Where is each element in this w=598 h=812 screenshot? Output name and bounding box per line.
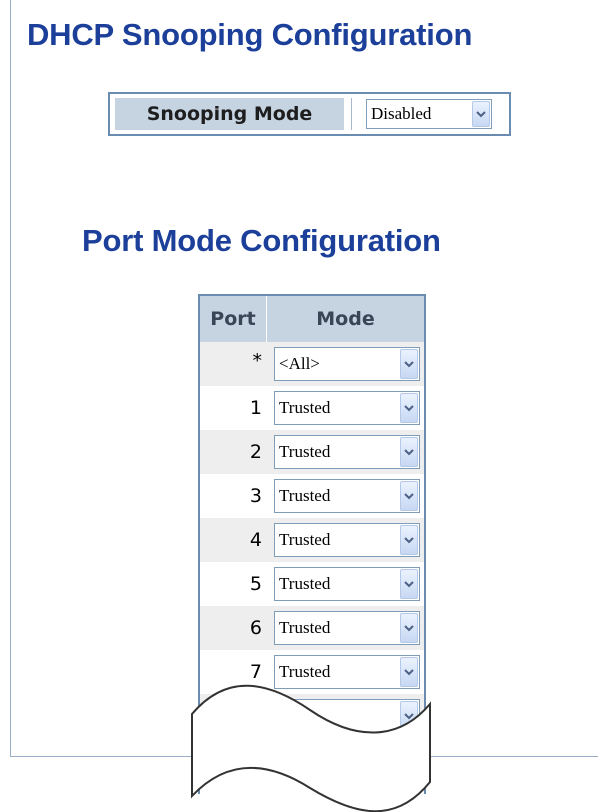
chevron-down-icon[interactable] <box>400 393 418 423</box>
port-number: 1 <box>249 397 262 419</box>
table-row: 1 Trusted <box>200 386 424 430</box>
port-number: 3 <box>249 485 262 507</box>
port-number: 4 <box>249 529 262 551</box>
wavy-break-icon <box>191 684 431 812</box>
table-row: 6 Trusted <box>200 606 424 650</box>
mode-select[interactable]: Trusted <box>274 391 420 425</box>
chevron-down-icon[interactable] <box>400 437 418 467</box>
chevron-down-icon[interactable] <box>400 349 418 379</box>
mode-value: Trusted <box>279 486 331 505</box>
chevron-down-icon[interactable] <box>400 481 418 511</box>
chevron-down-icon[interactable] <box>400 613 418 643</box>
snooping-mode-panel: Snooping Mode Disabled <box>108 92 511 136</box>
port-number: 6 <box>249 617 262 639</box>
table-row: 5 Trusted <box>200 562 424 606</box>
port-number: 5 <box>249 573 262 595</box>
mode-select[interactable]: Trusted <box>274 479 420 513</box>
mode-select[interactable]: Trusted <box>274 435 420 469</box>
mode-value: Trusted <box>279 618 331 637</box>
mode-select[interactable]: <All> <box>274 347 420 381</box>
snooping-mode-divider <box>351 98 352 130</box>
snooping-mode-select[interactable]: Disabled <box>366 99 492 129</box>
chevron-down-icon[interactable] <box>400 525 418 555</box>
port-number: 2 <box>249 441 262 463</box>
chevron-down-icon[interactable] <box>400 657 418 687</box>
mode-value: Trusted <box>279 398 331 417</box>
mode-select[interactable]: Trusted <box>274 523 420 557</box>
mode-value: Trusted <box>279 530 331 549</box>
port-number: * <box>252 350 263 372</box>
table-row-all: * <All> <box>200 342 424 386</box>
dhcp-snooping-title: DHCP Snooping Configuration <box>27 17 473 52</box>
chevron-down-icon[interactable] <box>400 569 418 599</box>
mode-value: Trusted <box>279 442 331 461</box>
chevron-down-icon[interactable] <box>472 101 490 127</box>
mode-select[interactable]: Trusted <box>274 611 420 645</box>
snooping-mode-value: Disabled <box>371 104 432 123</box>
table-row: 3 Trusted <box>200 474 424 518</box>
snooping-mode-label: Snooping Mode <box>115 98 344 130</box>
column-header-port: Port <box>200 296 267 342</box>
mode-select[interactable]: Trusted <box>274 567 420 601</box>
mode-value: <All> <box>279 354 320 373</box>
table-row: 2 Trusted <box>200 430 424 474</box>
table-header: Port Mode <box>200 296 424 343</box>
table-row: 4 Trusted <box>200 518 424 562</box>
port-mode-title: Port Mode Configuration <box>82 223 441 258</box>
mode-value: Trusted <box>279 574 331 593</box>
column-header-mode: Mode <box>316 308 375 330</box>
